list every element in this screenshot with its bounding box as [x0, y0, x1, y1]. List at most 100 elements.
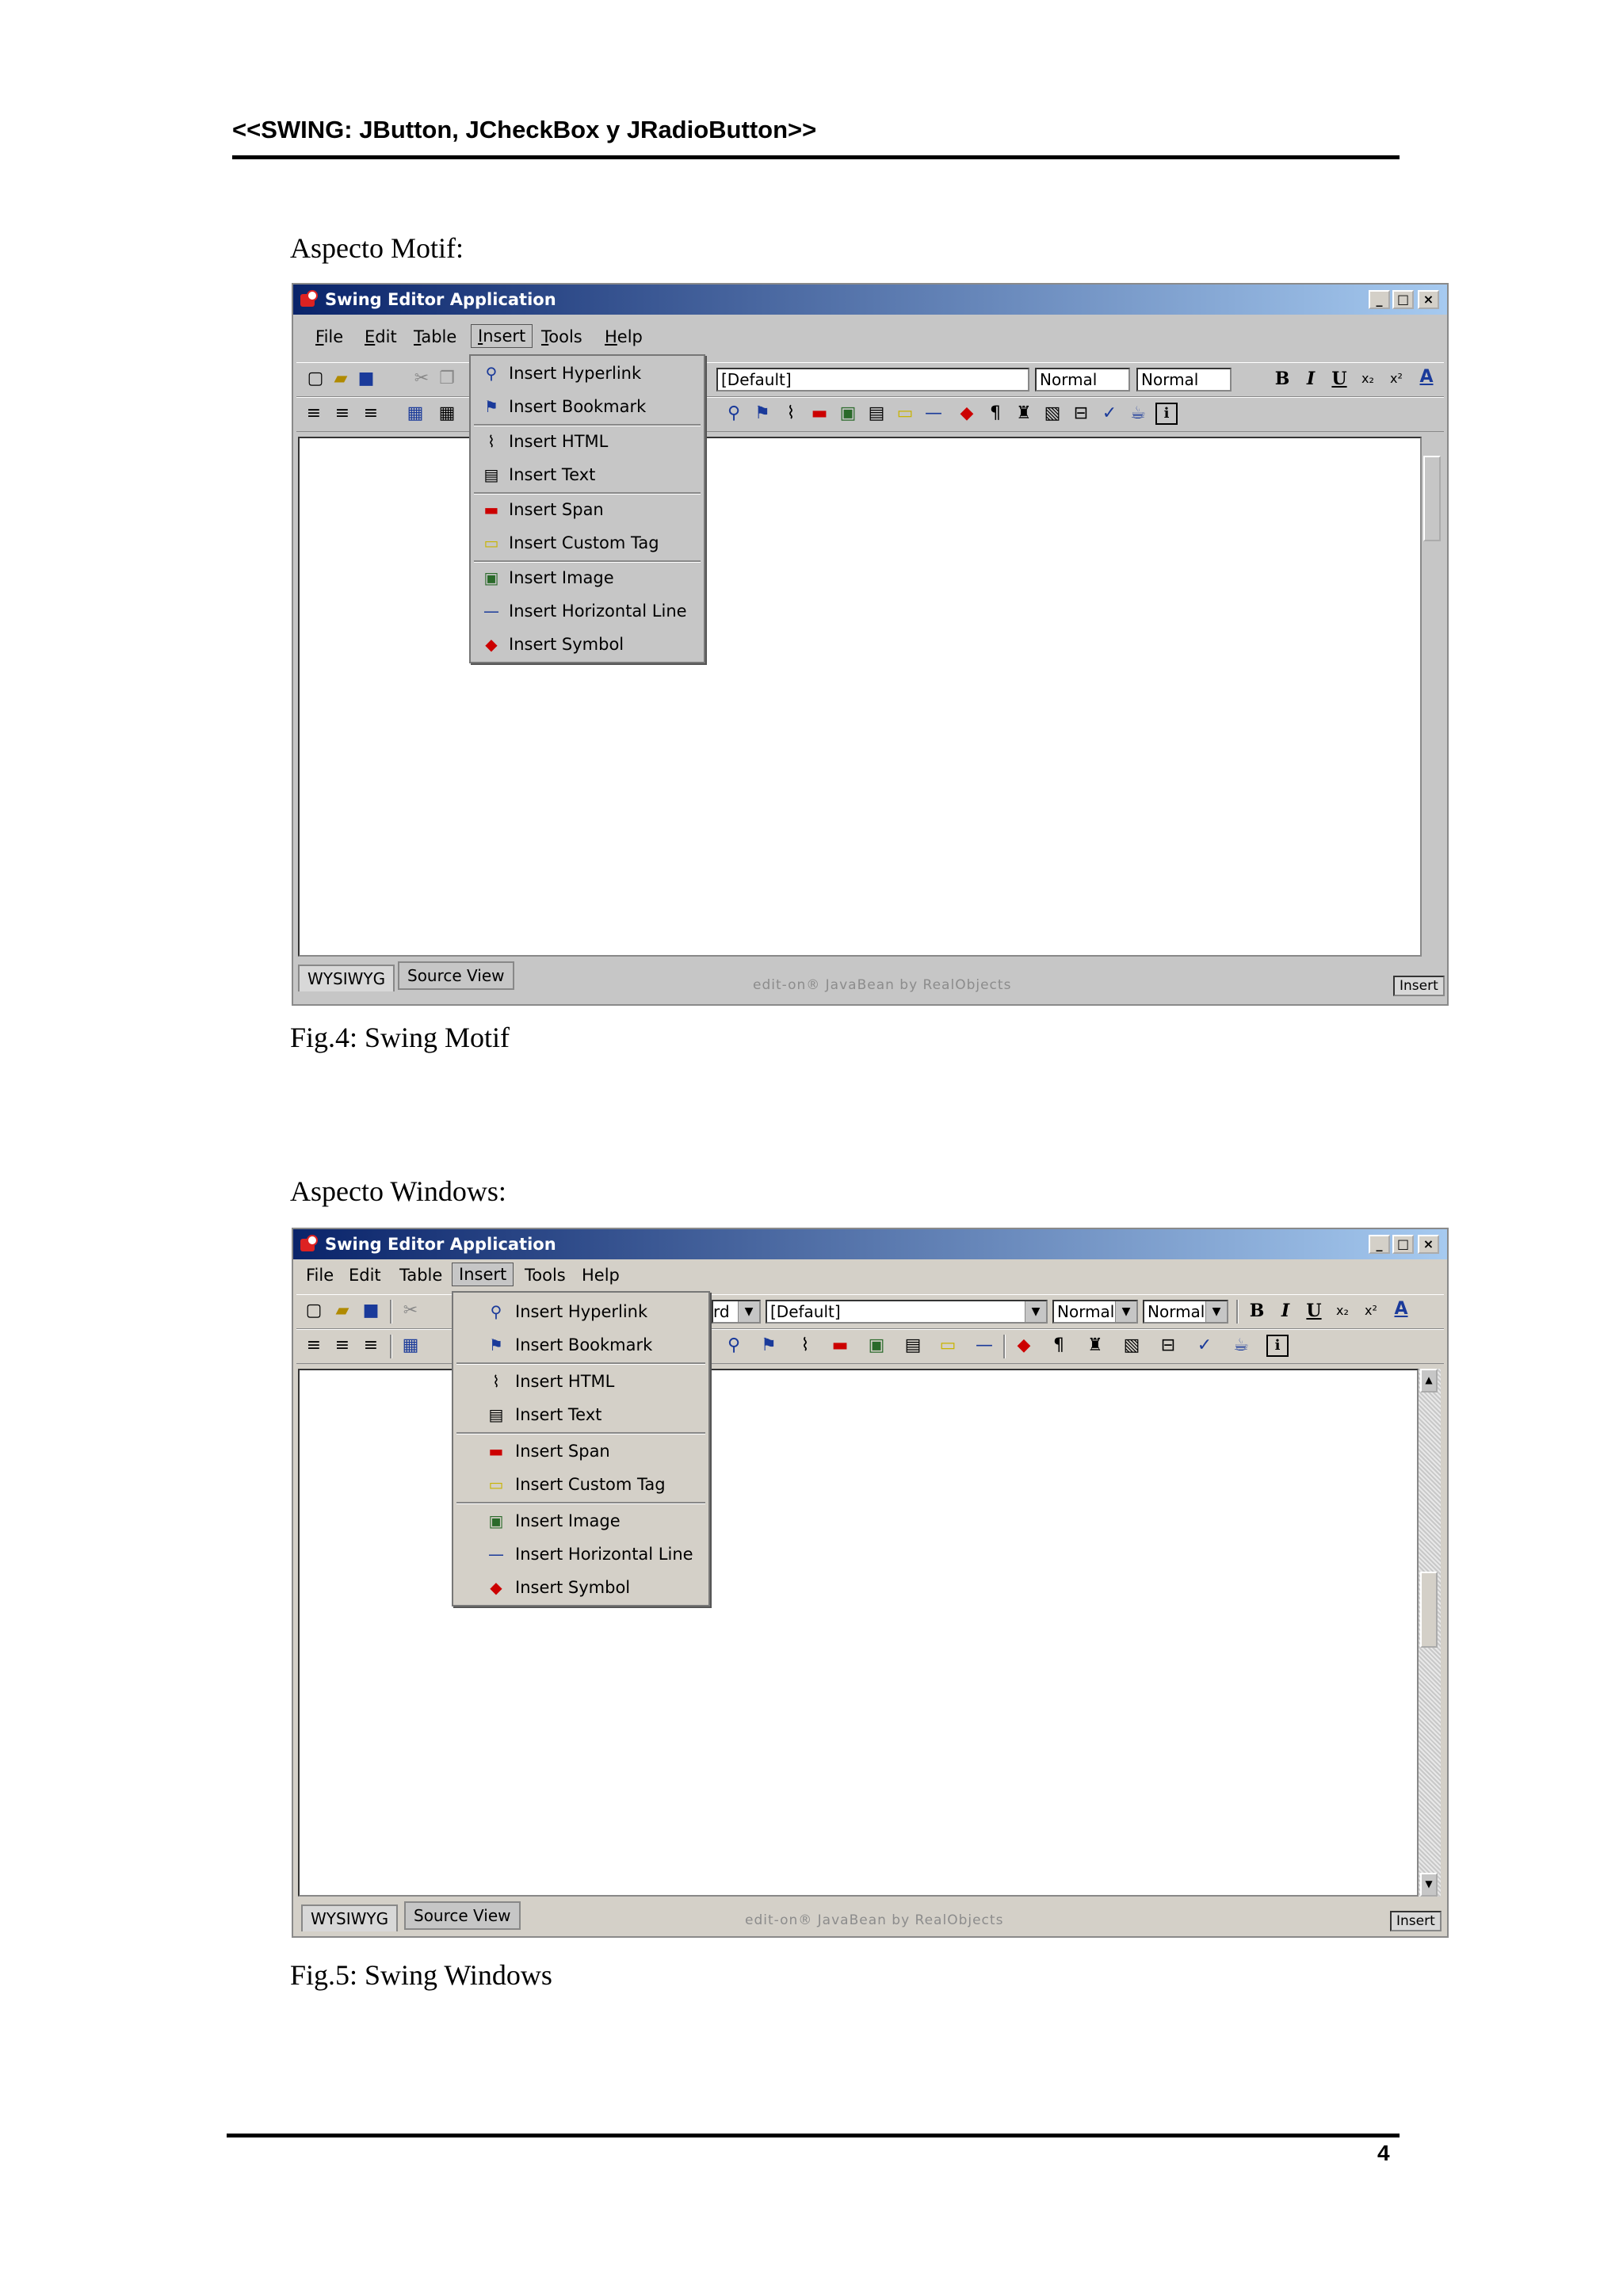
text-toolbar-icon[interactable]: ▤: [902, 1335, 924, 1357]
symbol-toolbar-icon[interactable]: ◆: [956, 403, 978, 425]
open-folder-icon[interactable]: ▰: [331, 1300, 353, 1322]
menu-item-insert-bookmark[interactable]: ⚑ Insert Bookmark: [471, 391, 704, 422]
menu-insert[interactable]: Insert: [452, 1263, 514, 1286]
java-cup-icon[interactable]: ☕: [1127, 403, 1149, 425]
menu-item-insert-hyperlink[interactable]: ⚲ Insert Hyperlink: [453, 1296, 708, 1328]
superscript-icon[interactable]: x²: [1360, 1300, 1382, 1322]
copy-icon[interactable]: ❐: [436, 368, 458, 390]
minimize-button[interactable]: _: [1369, 290, 1390, 309]
menu-item-insert-hyperlink[interactable]: ⚲ Insert Hyperlink: [471, 357, 704, 389]
underline-icon[interactable]: U: [1303, 1300, 1325, 1322]
font-size-combo[interactable]: Normal: [1035, 368, 1130, 392]
chevron-down-icon[interactable]: ▼: [1205, 1301, 1227, 1322]
cut-icon[interactable]: ✂: [411, 368, 433, 390]
scroll-up-arrow[interactable]: ▲: [1420, 1369, 1438, 1392]
minimize-button[interactable]: _: [1369, 1235, 1390, 1254]
open-folder-icon[interactable]: ▰: [330, 368, 352, 390]
font-color-icon[interactable]: A: [1415, 366, 1438, 388]
marker-icon[interactable]: ♜: [1084, 1335, 1106, 1357]
java-cup-icon[interactable]: ☕: [1230, 1335, 1252, 1357]
insert-table-icon[interactable]: ▦: [404, 403, 426, 425]
menu-item-insert-horizontal-line[interactable]: — Insert Horizontal Line: [471, 595, 704, 627]
menu-tools[interactable]: Tools: [541, 327, 582, 346]
menu-edit[interactable]: Edit: [349, 1266, 381, 1285]
span-toolbar-icon[interactable]: ▬: [829, 1335, 851, 1357]
tab-wysiwyg[interactable]: WYSIWYG: [298, 965, 395, 991]
tab-source-view[interactable]: Source View: [404, 1901, 521, 1930]
properties-icon[interactable]: ▧: [1041, 403, 1064, 425]
superscript-icon[interactable]: x²: [1385, 368, 1407, 390]
style-combo[interactable]: [Default]: [716, 368, 1029, 392]
menu-table[interactable]: Table: [414, 327, 456, 346]
chevron-down-icon[interactable]: ▼: [1115, 1301, 1136, 1322]
maximize-button[interactable]: □: [1392, 290, 1414, 309]
new-document-icon[interactable]: ▢: [304, 368, 327, 390]
menu-item-insert-image[interactable]: ▣ Insert Image: [453, 1505, 708, 1537]
horizontal-line-toolbar-icon[interactable]: —: [973, 1335, 995, 1357]
span-toolbar-icon[interactable]: ▬: [808, 403, 831, 425]
menu-item-insert-custom-tag[interactable]: ▭ Insert Custom Tag: [453, 1469, 708, 1500]
chevron-down-icon[interactable]: ▼: [738, 1301, 759, 1322]
hyperlink-toolbar-icon[interactable]: ⚲: [723, 1335, 745, 1357]
align-left-icon[interactable]: ≡: [303, 1335, 325, 1357]
pilcrow-icon[interactable]: ¶: [1048, 1335, 1070, 1357]
marker-icon[interactable]: ♜: [1013, 403, 1035, 425]
paperclip-toolbar-icon[interactable]: ⌇: [780, 403, 802, 425]
image-toolbar-icon[interactable]: ▣: [865, 1335, 888, 1357]
new-document-icon[interactable]: ▢: [303, 1300, 325, 1322]
bookmark-toolbar-icon[interactable]: ⚑: [758, 1335, 780, 1357]
menu-item-insert-text[interactable]: ▤ Insert Text: [453, 1399, 708, 1431]
italic-icon[interactable]: I: [1300, 368, 1322, 390]
italic-icon[interactable]: I: [1274, 1300, 1296, 1322]
maximize-button[interactable]: □: [1392, 1235, 1414, 1254]
align-left-icon[interactable]: ≡: [303, 403, 325, 425]
tab-source-view[interactable]: Source View: [398, 961, 514, 990]
font-size-combo[interactable]: Normal ▼: [1052, 1300, 1138, 1324]
menu-item-insert-html[interactable]: ⌇ Insert HTML: [471, 426, 704, 457]
menu-item-insert-span[interactable]: ▬ Insert Span: [453, 1435, 708, 1467]
menu-file[interactable]: File: [315, 327, 343, 346]
preview-icon[interactable]: ⊟: [1157, 1335, 1179, 1357]
menu-item-insert-html[interactable]: ⌇ Insert HTML: [453, 1366, 708, 1397]
menu-item-insert-span[interactable]: ▬ Insert Span: [471, 494, 704, 525]
align-center-icon[interactable]: ≡: [331, 1335, 353, 1357]
bold-icon[interactable]: B: [1246, 1300, 1268, 1322]
editor-area[interactable]: [298, 437, 1422, 957]
custom-tag-toolbar-icon[interactable]: ▭: [937, 1335, 959, 1357]
menu-edit[interactable]: Edit: [365, 327, 397, 346]
bold-icon[interactable]: B: [1271, 368, 1293, 390]
cut-icon[interactable]: ✂: [399, 1300, 422, 1322]
menu-item-insert-bookmark[interactable]: ⚑ Insert Bookmark: [453, 1329, 708, 1361]
style-combo[interactable]: [Default] ▼: [766, 1300, 1048, 1324]
menu-item-insert-horizontal-line[interactable]: — Insert Horizontal Line: [453, 1538, 708, 1570]
paragraph-size-combo[interactable]: Normal: [1136, 368, 1232, 392]
save-icon[interactable]: ■: [355, 368, 377, 390]
spellcheck-icon[interactable]: ✓: [1098, 403, 1121, 425]
close-button[interactable]: ×: [1418, 290, 1439, 309]
save-icon[interactable]: ■: [360, 1300, 382, 1322]
chevron-down-icon[interactable]: ▼: [1025, 1301, 1046, 1322]
menu-item-insert-image[interactable]: ▣ Insert Image: [471, 562, 704, 594]
align-center-icon[interactable]: ≡: [331, 403, 353, 425]
underline-icon[interactable]: U: [1328, 368, 1350, 390]
subscript-icon[interactable]: x₂: [1357, 368, 1379, 390]
close-button[interactable]: ×: [1418, 1235, 1439, 1254]
menu-tools[interactable]: Tools: [525, 1266, 566, 1285]
table-properties-icon[interactable]: ▦: [436, 403, 458, 425]
bookmark-toolbar-icon[interactable]: ⚑: [751, 403, 773, 425]
menu-file[interactable]: File: [306, 1266, 334, 1285]
hyperlink-toolbar-icon[interactable]: ⚲: [723, 403, 745, 425]
menu-insert[interactable]: Insert: [471, 324, 533, 348]
horizontal-line-toolbar-icon[interactable]: —: [922, 403, 945, 425]
scroll-thumb[interactable]: [1420, 1572, 1438, 1648]
menu-item-insert-text[interactable]: ▤ Insert Text: [471, 459, 704, 491]
menu-item-insert-symbol[interactable]: ◆ Insert Symbol: [453, 1572, 708, 1603]
insert-table-icon[interactable]: ▦: [399, 1335, 422, 1357]
scroll-down-arrow[interactable]: ▼: [1420, 1873, 1438, 1897]
text-toolbar-icon[interactable]: ▤: [865, 403, 888, 425]
menu-table[interactable]: Table: [399, 1266, 442, 1285]
pilcrow-icon[interactable]: ¶: [984, 403, 1006, 425]
align-right-icon[interactable]: ≡: [360, 403, 382, 425]
tab-wysiwyg[interactable]: WYSIWYG: [301, 1904, 399, 1931]
info-icon[interactable]: i: [1155, 403, 1178, 425]
